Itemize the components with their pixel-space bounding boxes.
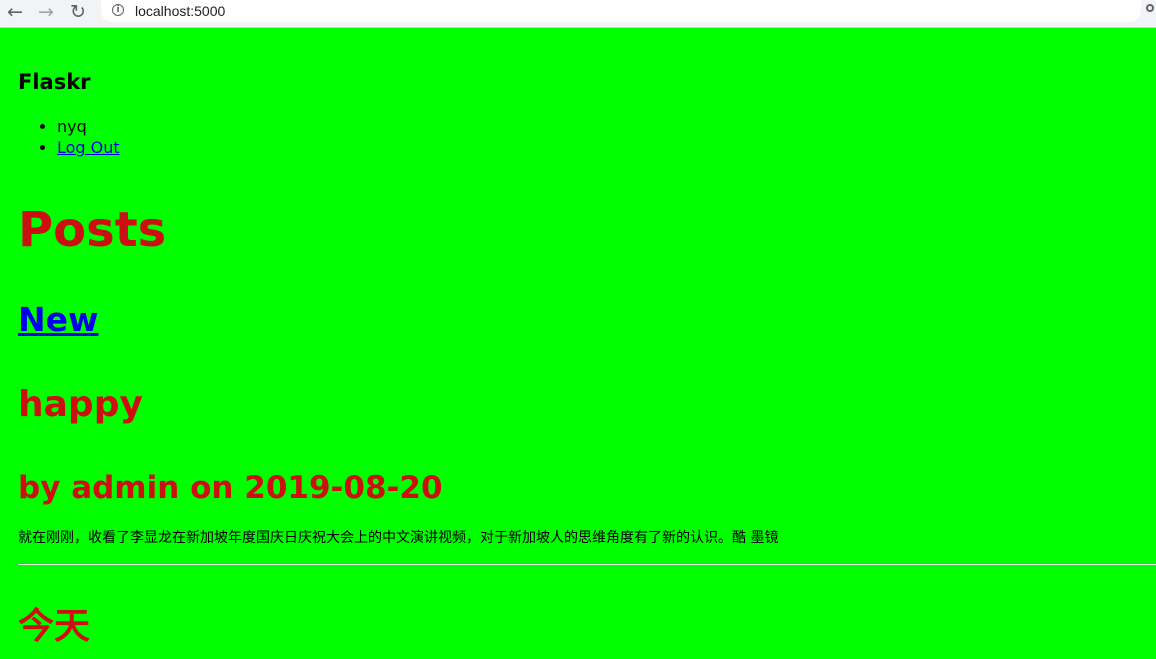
browser-toolbar: ← → ↻ i localhost:5000 — [0, 0, 1156, 28]
post-title: happy — [18, 384, 143, 425]
page-title: Posts — [18, 202, 167, 258]
new-post-link[interactable]: New — [18, 300, 99, 339]
user-nav: nyq Log Out — [57, 116, 120, 158]
page-content: Flaskr nyq Log Out Posts New happy by ad… — [0, 29, 1156, 659]
new-post-heading: New — [18, 299, 99, 341]
site-brand: Flaskr — [18, 70, 91, 94]
reload-icon[interactable]: ↻ — [67, 2, 89, 24]
back-icon[interactable]: ← — [4, 2, 26, 24]
post-title: 今天 — [18, 606, 91, 647]
logout-link[interactable]: Log Out — [57, 138, 120, 157]
info-icon[interactable]: i — [112, 4, 124, 16]
username-text: nyq — [57, 117, 87, 136]
forward-icon[interactable]: → — [35, 2, 57, 24]
nav-username: nyq — [57, 116, 120, 137]
post-divider — [18, 563, 1156, 565]
nav-logout: Log Out — [57, 137, 120, 158]
post-about: by admin on 2019-08-20 — [18, 470, 443, 506]
address-url[interactable]: localhost:5000 — [135, 2, 225, 20]
post-body: 就在刚刚，收看了李显龙在新加坡年度国庆日庆祝大会上的中文演讲视频，对于新加坡人的… — [18, 530, 779, 546]
extension-icon[interactable] — [1146, 4, 1154, 12]
address-bar[interactable]: i localhost:5000 — [101, 0, 1141, 22]
